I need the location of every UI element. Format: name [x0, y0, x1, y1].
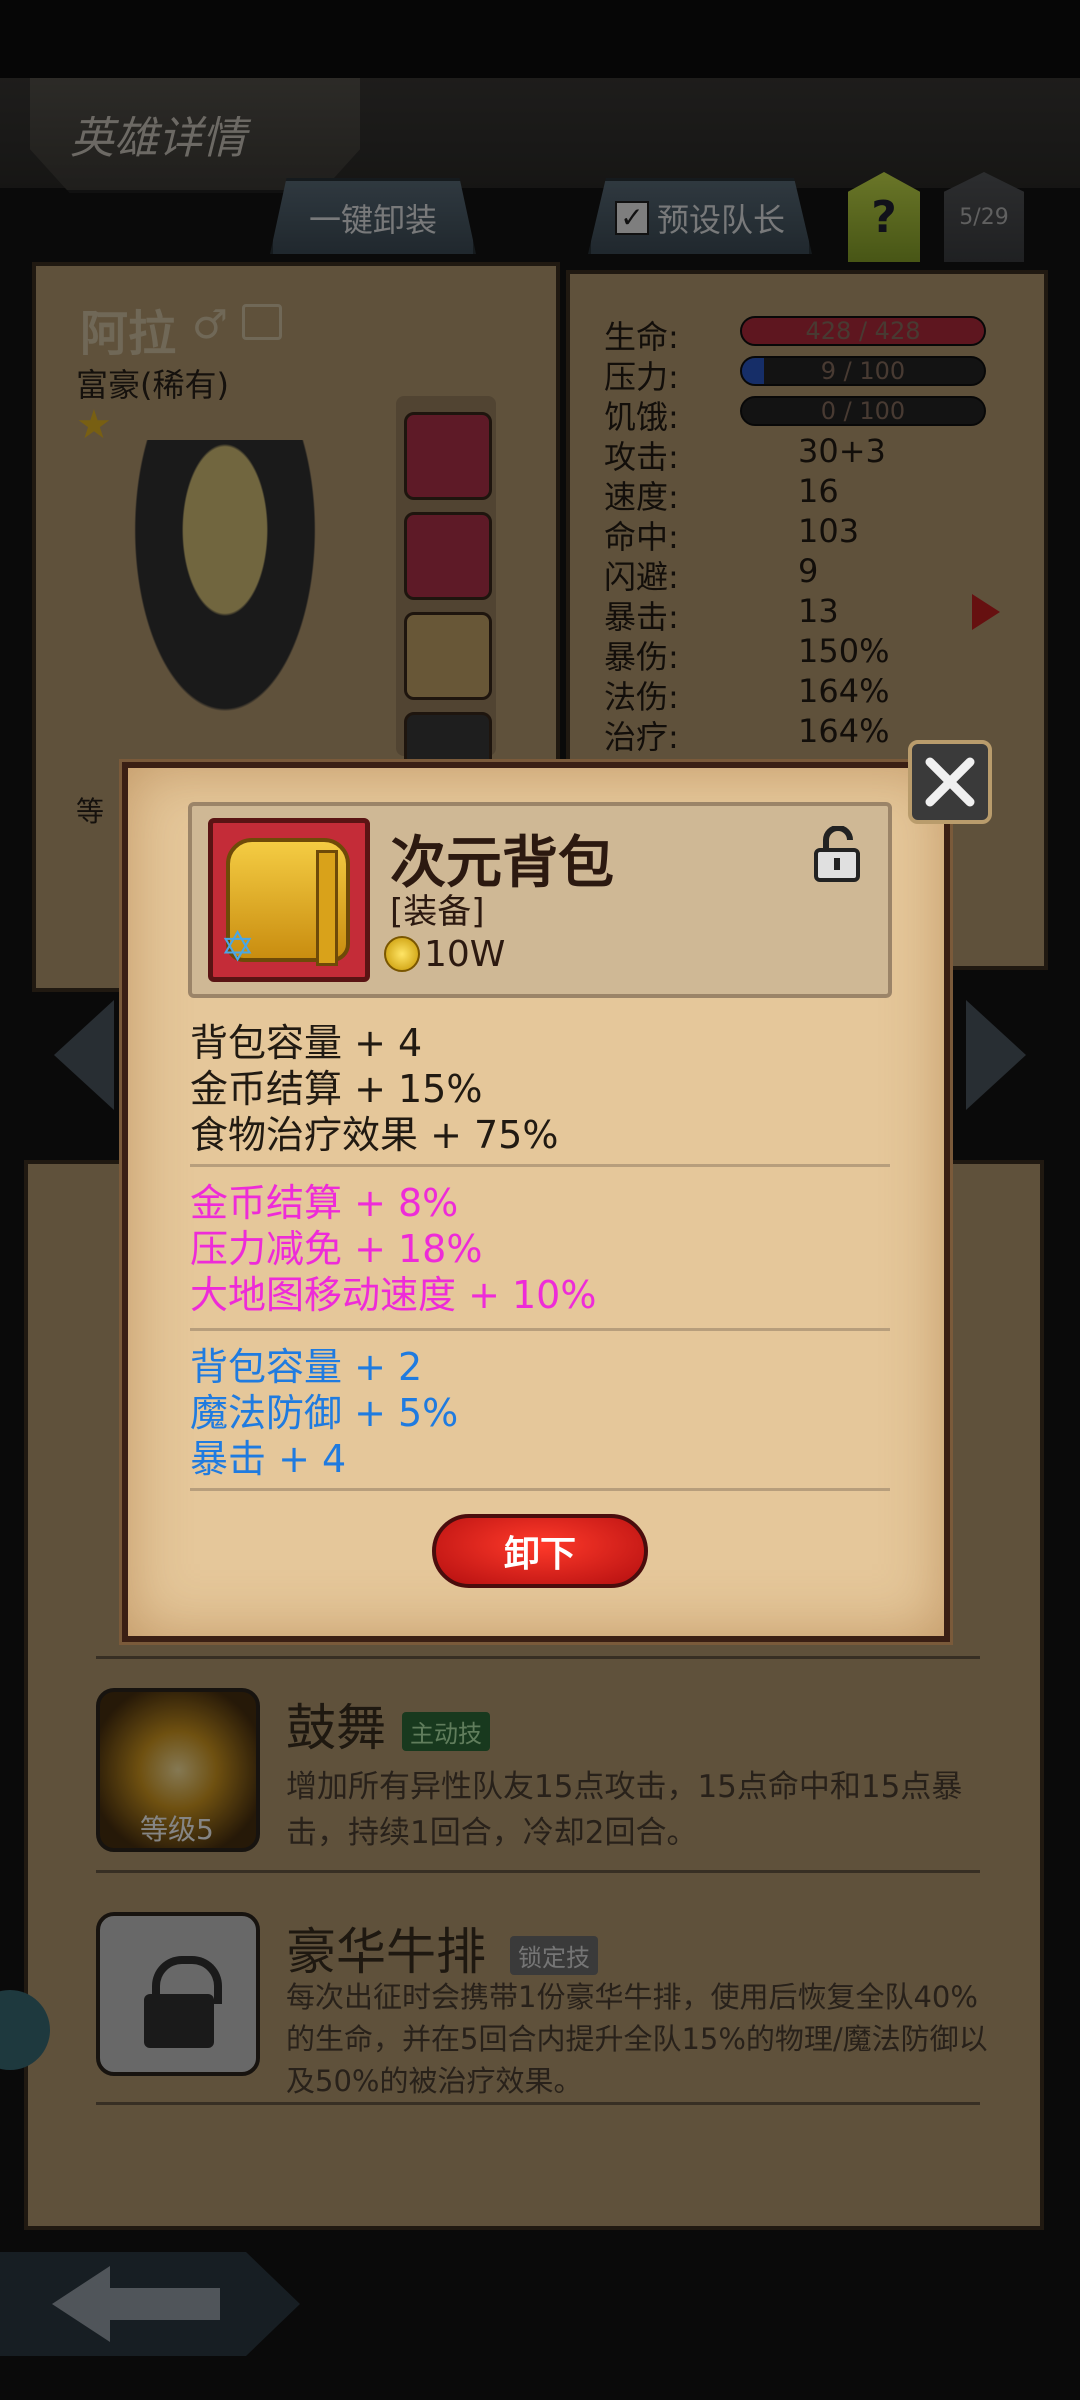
blue-attribute: 暴击 + 4: [190, 1437, 347, 1481]
item-price: 10W: [424, 934, 506, 975]
close-button[interactable]: [908, 740, 992, 824]
base-attribute: 食物治疗效果 + 75%: [190, 1113, 559, 1157]
attribute-divider: [190, 1164, 890, 1167]
close-icon: [925, 757, 975, 807]
coin-icon: [384, 936, 420, 972]
attribute-divider: [190, 1328, 890, 1331]
star-of-david-icon: ✡: [220, 922, 256, 971]
backpack-strap: [316, 850, 338, 966]
item-type: [装备]: [390, 892, 485, 932]
unequip-button[interactable]: 卸下: [432, 1514, 648, 1588]
pink-attribute: 大地图移动速度 + 10%: [190, 1273, 597, 1317]
unlock-icon[interactable]: [812, 826, 862, 882]
attribute-divider: [190, 1488, 890, 1491]
